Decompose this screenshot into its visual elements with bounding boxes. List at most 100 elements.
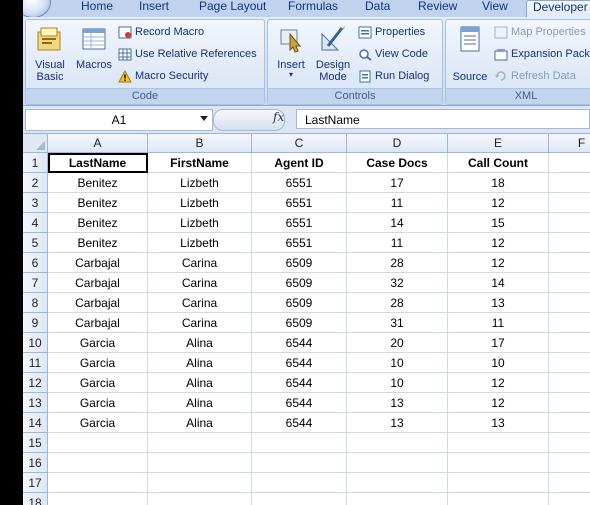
office-button[interactable]: [23, 0, 51, 18]
insert-function-icon[interactable]: fx: [273, 110, 284, 124]
data-cell[interactable]: [148, 493, 252, 505]
data-cell[interactable]: 6509: [252, 273, 347, 293]
data-cell[interactable]: [549, 373, 590, 393]
data-cell[interactable]: 6544: [252, 413, 347, 433]
data-cell[interactable]: 10: [347, 353, 448, 373]
use-relative-references-button[interactable]: Use Relative References: [118, 45, 257, 63]
data-cell[interactable]: 6544: [252, 373, 347, 393]
data-cell[interactable]: 13: [347, 413, 448, 433]
data-cell[interactable]: 15: [448, 213, 549, 233]
data-cell[interactable]: [549, 293, 590, 313]
data-cell[interactable]: Garcia: [48, 393, 148, 413]
data-cell[interactable]: [549, 173, 590, 193]
data-cell[interactable]: 13: [448, 293, 549, 313]
data-cell[interactable]: [549, 473, 590, 493]
column-header-b[interactable]: B: [148, 134, 252, 153]
data-cell[interactable]: [252, 453, 347, 473]
design-mode-button[interactable]: Design Mode: [312, 24, 354, 83]
row-header[interactable]: 1: [23, 153, 48, 173]
data-cell[interactable]: Alina: [148, 393, 252, 413]
data-cell[interactable]: 11: [347, 193, 448, 213]
name-box[interactable]: A1: [25, 109, 213, 131]
row-header[interactable]: 6: [23, 253, 48, 273]
data-cell[interactable]: 6544: [252, 393, 347, 413]
row-header[interactable]: 14: [23, 413, 48, 433]
data-cell[interactable]: Alina: [148, 373, 252, 393]
tab-insert[interactable]: Insert: [139, 0, 169, 14]
data-cell[interactable]: 14: [347, 213, 448, 233]
macros-button[interactable]: Macros: [74, 24, 114, 71]
column-header-f[interactable]: F: [549, 134, 590, 153]
data-cell[interactable]: [148, 433, 252, 453]
data-cell[interactable]: 32: [347, 273, 448, 293]
column-header-e[interactable]: E: [448, 134, 549, 153]
data-cell[interactable]: [448, 453, 549, 473]
properties-button[interactable]: Properties: [358, 23, 425, 41]
data-cell[interactable]: [48, 473, 148, 493]
source-button[interactable]: Source: [450, 24, 490, 83]
data-cell[interactable]: 12: [448, 193, 549, 213]
data-cell[interactable]: 6551: [252, 213, 347, 233]
tab-formulas[interactable]: Formulas: [288, 0, 338, 14]
formula-input[interactable]: LastName: [296, 109, 590, 129]
data-cell[interactable]: Garcia: [48, 333, 148, 353]
data-cell[interactable]: 31: [347, 313, 448, 333]
data-cell[interactable]: [347, 433, 448, 453]
header-cell[interactable]: FirstName: [148, 153, 252, 173]
data-cell[interactable]: [549, 453, 590, 473]
data-cell[interactable]: [549, 193, 590, 213]
data-cell[interactable]: Alina: [148, 333, 252, 353]
data-cell[interactable]: [549, 413, 590, 433]
data-cell[interactable]: 17: [347, 173, 448, 193]
data-cell[interactable]: 11: [448, 313, 549, 333]
run-dialog-button[interactable]: Run Dialog: [358, 67, 429, 85]
header-cell[interactable]: Call Count: [448, 153, 549, 173]
row-header[interactable]: 18: [23, 493, 48, 505]
data-cell[interactable]: [448, 473, 549, 493]
data-cell[interactable]: [549, 313, 590, 333]
data-cell[interactable]: [148, 473, 252, 493]
data-cell[interactable]: Lizbeth: [148, 233, 252, 253]
data-cell[interactable]: 12: [448, 253, 549, 273]
record-macro-button[interactable]: Record Macro: [118, 23, 204, 41]
select-all-button[interactable]: [23, 134, 48, 153]
data-cell[interactable]: Carina: [148, 313, 252, 333]
data-cell[interactable]: 11: [347, 233, 448, 253]
expansion-packs-button[interactable]: Expansion Packs: [494, 45, 590, 63]
data-cell[interactable]: [252, 433, 347, 453]
row-header[interactable]: 2: [23, 173, 48, 193]
data-cell[interactable]: 6509: [252, 293, 347, 313]
header-cell[interactable]: Case Docs: [347, 153, 448, 173]
row-header[interactable]: 8: [23, 293, 48, 313]
map-properties-button[interactable]: Map Properties: [494, 23, 586, 41]
data-cell[interactable]: 6551: [252, 233, 347, 253]
data-cell[interactable]: [549, 233, 590, 253]
data-cell[interactable]: 6509: [252, 313, 347, 333]
data-cell[interactable]: Alina: [148, 353, 252, 373]
row-header[interactable]: 7: [23, 273, 48, 293]
tab-home[interactable]: Home: [81, 0, 113, 14]
data-cell[interactable]: 13: [347, 393, 448, 413]
data-cell[interactable]: Carbajal: [48, 293, 148, 313]
tab-view[interactable]: View: [482, 0, 508, 14]
data-cell[interactable]: Carbajal: [48, 313, 148, 333]
insert-control-button[interactable]: Insert ▾: [272, 24, 310, 79]
data-cell[interactable]: 6544: [252, 353, 347, 373]
data-cell[interactable]: [48, 493, 148, 505]
data-cell[interactable]: 6551: [252, 173, 347, 193]
row-header[interactable]: 10: [23, 333, 48, 353]
data-cell[interactable]: Carbajal: [48, 273, 148, 293]
data-cell[interactable]: 10: [347, 373, 448, 393]
data-cell[interactable]: 28: [347, 253, 448, 273]
macro-security-button[interactable]: Macro Security: [118, 67, 208, 85]
tab-developer[interactable]: Developer: [526, 0, 590, 17]
view-code-button[interactable]: View Code: [358, 45, 428, 63]
data-cell[interactable]: Benitez: [48, 213, 148, 233]
data-cell[interactable]: Lizbeth: [148, 173, 252, 193]
row-header[interactable]: 12: [23, 373, 48, 393]
data-cell[interactable]: [347, 473, 448, 493]
data-cell[interactable]: Garcia: [48, 373, 148, 393]
data-cell[interactable]: Carina: [148, 293, 252, 313]
column-header-a[interactable]: A: [48, 134, 148, 153]
tab-page-layout[interactable]: Page Layout: [199, 0, 266, 14]
